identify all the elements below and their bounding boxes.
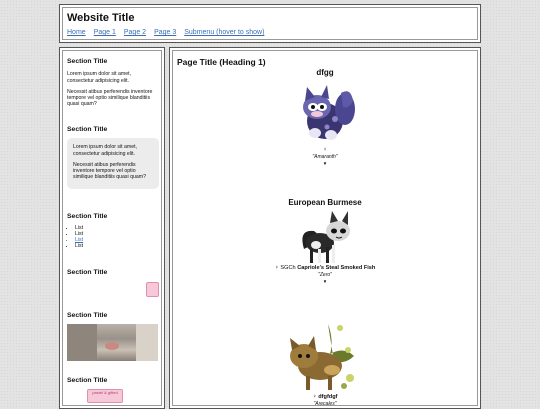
pet-fullname: Capriole's Steal Smoked Fish	[297, 265, 376, 271]
site-title: Website Title	[67, 12, 135, 24]
pet-entry: European Burmese ♀ SGCh Capriole's Steal…	[230, 198, 420, 284]
pet-image[interactable]	[289, 79, 361, 147]
pet-gender: ♀	[274, 265, 279, 271]
pet-entry: ♀ dfgfdgf "Arecales" ▼	[230, 318, 420, 408]
cat-photo	[67, 324, 158, 362]
pet-badge-icon[interactable]	[146, 282, 159, 297]
section-title: Section Title	[67, 269, 108, 276]
pet-entry: dfgg ♀ "Amaranth" ▼	[230, 68, 420, 166]
sidebar-section-4: Section Title	[67, 269, 159, 297]
pet-prefix: SGCh	[280, 265, 296, 271]
section-text: Necessit atibus perferendis inventore te…	[73, 161, 146, 181]
sidebar-section-3: Section Title List List List List	[67, 213, 159, 249]
sticker-image[interactable]: pastel & gifted	[87, 389, 123, 404]
section-title: Section Title	[67, 377, 108, 384]
sidebar-section-2: Section Title Lorem ipsum dolor sit amet…	[67, 126, 159, 189]
pet-breed: dfgg	[316, 68, 334, 77]
nav-page-1[interactable]: Page 1	[94, 29, 116, 36]
nav-submenu[interactable]: Submenu (hover to show)	[184, 29, 264, 36]
sidebar: Section Title Lorem ipsum dolor sit amet…	[59, 47, 165, 409]
main-nav: Home Page 1 Page 2 Page 3 Submenu (hover…	[67, 29, 264, 36]
site-header: Website Title Home Page 1 Page 2 Page 3 …	[59, 4, 481, 43]
pet-title: ♀ SGCh Capriole's Steal Smoked Fish	[230, 265, 420, 271]
pet-title: ♀ dfgfdgf	[230, 394, 420, 400]
pet-gender: ♀	[312, 394, 317, 400]
sidebar-section-5: Section Title	[67, 312, 159, 362]
pet-nickname: "Zero"	[318, 272, 332, 278]
page-title: Page Title (Heading 1)	[177, 57, 266, 67]
nav-page-2[interactable]: Page 2	[124, 29, 146, 36]
pet-gender: ♀	[322, 147, 328, 153]
sidebar-section-6: Section Title pastel & gifted	[67, 377, 159, 404]
pet-breed: European Burmese	[288, 198, 362, 207]
callout-box: Lorem ipsum dolor sit amet, consectetur …	[67, 138, 159, 189]
nav-home[interactable]: Home	[67, 29, 86, 36]
pet-fullname: dfgfdgf	[318, 394, 338, 400]
section-text: Necessit atibus perferendis inventore te…	[67, 88, 153, 108]
pet-image[interactable]	[284, 320, 366, 394]
sidebar-section-1: Section Title Lorem ipsum dolor sit amet…	[67, 58, 159, 113]
sidebar-list: List List List List	[67, 225, 159, 249]
pet-nickname: "Arecales"	[313, 401, 337, 407]
nav-page-3[interactable]: Page 3	[154, 29, 176, 36]
expand-toggle-icon[interactable]: ▼	[230, 161, 420, 166]
pet-nickname: "Amaranth"	[312, 154, 338, 160]
main-content: Page Title (Heading 1) dfgg ♀ "Amaranth"…	[169, 47, 481, 409]
list-item: List	[75, 243, 159, 249]
expand-toggle-icon[interactable]: ▼	[230, 279, 420, 284]
pet-image[interactable]	[294, 209, 356, 265]
section-text: Lorem ipsum dolor sit amet, consectetur …	[73, 144, 138, 157]
section-text: Lorem ipsum dolor sit amet, consectetur …	[67, 71, 132, 84]
